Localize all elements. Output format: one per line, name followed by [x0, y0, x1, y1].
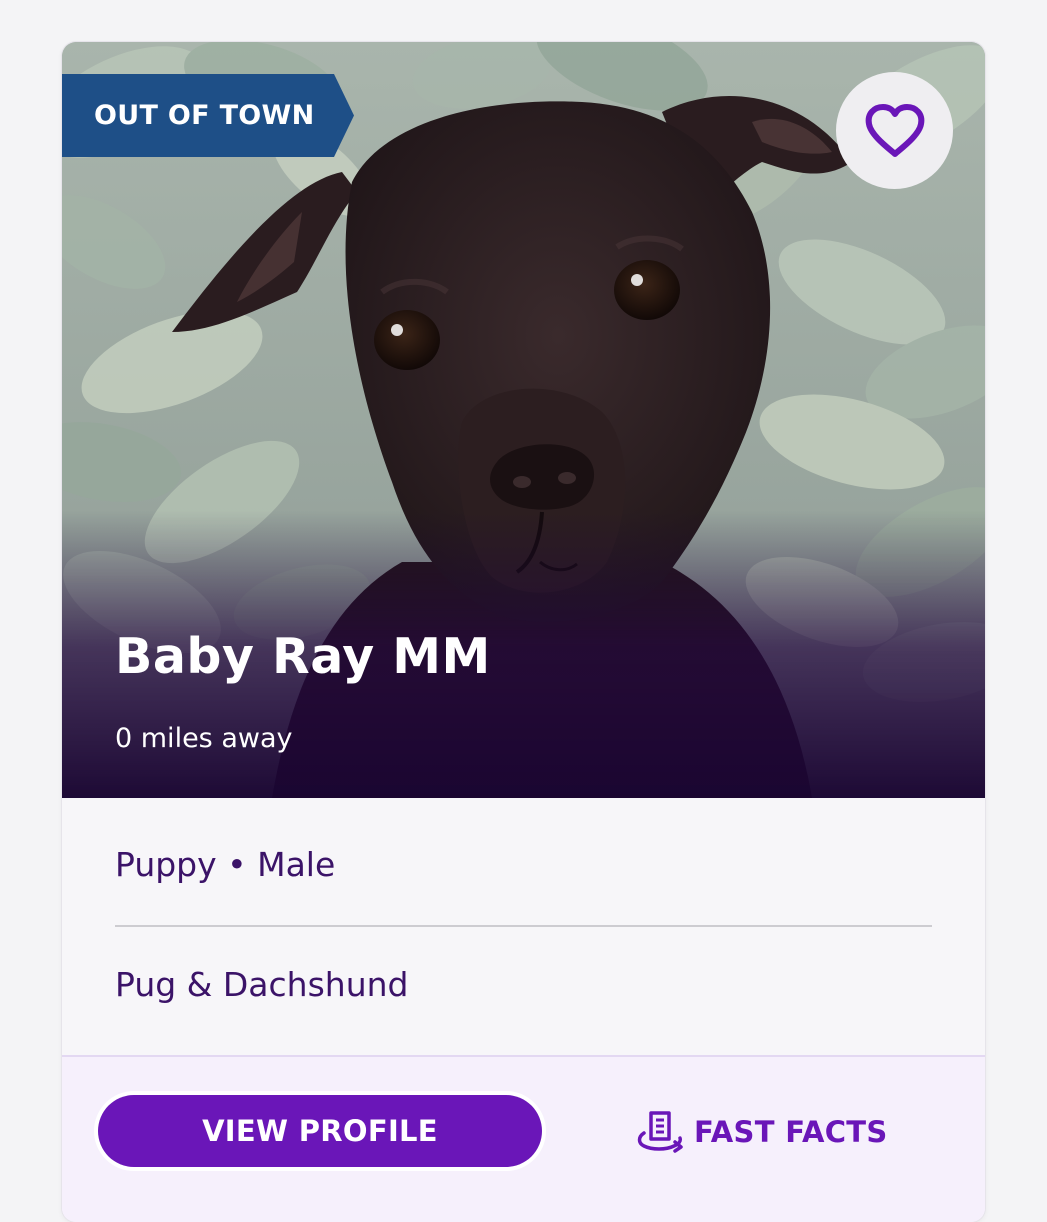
pet-breed: Pug & Dachshund	[115, 965, 409, 1004]
heart-outline-icon	[865, 103, 924, 157]
card-actions: VIEW PROFILE FAST FACTS	[62, 1055, 985, 1222]
fast-facts-link[interactable]: FAST FACTS	[634, 1099, 888, 1165]
divider	[115, 925, 932, 927]
view-profile-button[interactable]: VIEW PROFILE	[98, 1095, 542, 1167]
view-profile-label: VIEW PROFILE	[202, 1114, 438, 1148]
pet-photo[interactable]: OUT OF TOWN Baby Ray MM 0 miles away	[62, 42, 985, 798]
pet-name[interactable]: Baby Ray MM	[115, 628, 491, 685]
badge-label: OUT OF TOWN	[94, 100, 315, 131]
pet-card[interactable]: OUT OF TOWN Baby Ray MM 0 miles away Pup…	[62, 42, 985, 1222]
pet-age-sex: Puppy • Male	[115, 845, 336, 884]
out-of-town-badge: OUT OF TOWN	[62, 74, 354, 157]
document-rotate-icon	[637, 1111, 683, 1153]
fast-facts-label: FAST FACTS	[694, 1115, 888, 1149]
favorite-button[interactable]	[836, 72, 953, 189]
pet-distance: 0 miles away	[115, 723, 293, 754]
